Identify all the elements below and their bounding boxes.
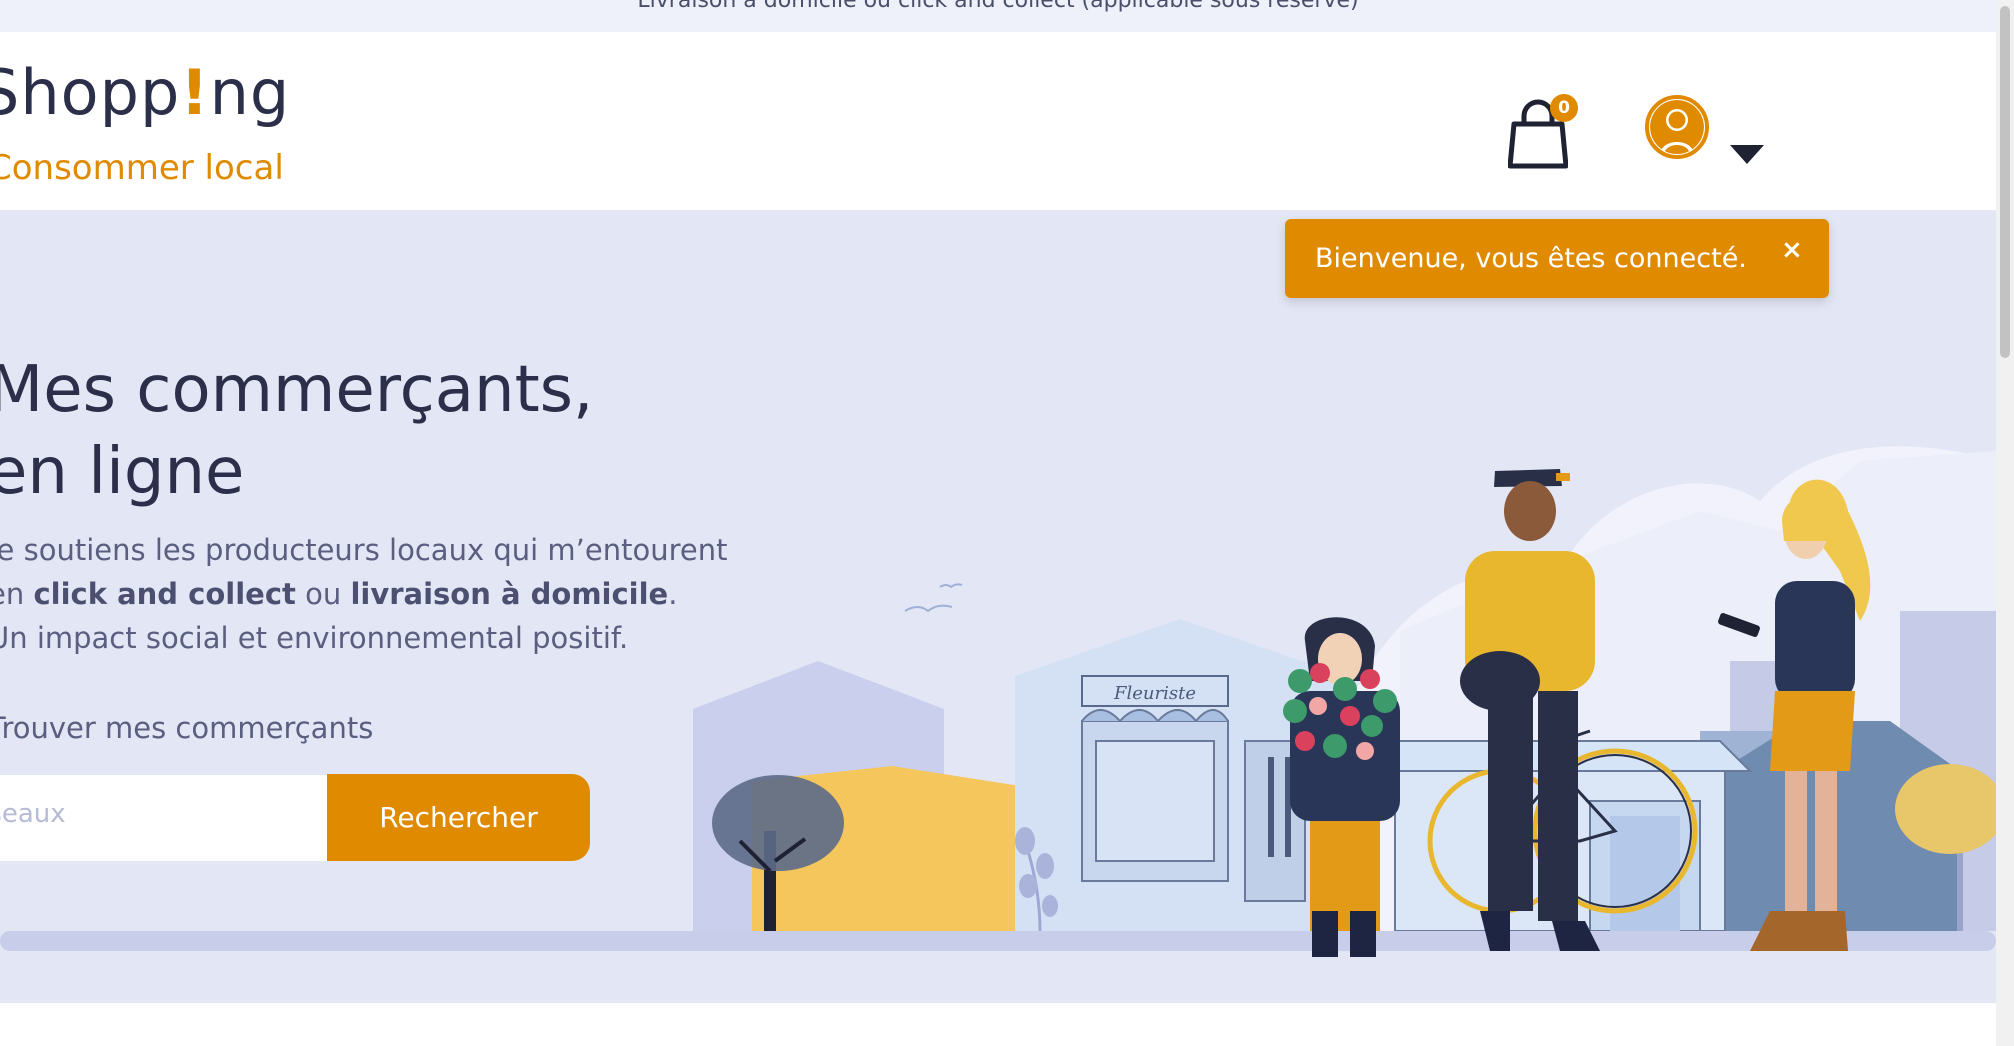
chevron-down-icon (1730, 145, 1764, 164)
cart-count-badge: 0 (1550, 94, 1578, 122)
site-header: Shopp!ng Consommer local 0 (0, 32, 1996, 211)
search-label: Trouver mes commerçants (0, 711, 374, 745)
hero-desc-line-1: Je soutiens les producteurs locaux qui m… (0, 533, 728, 567)
hero-title-line-2: en ligne (0, 435, 245, 509)
site-logo[interactable]: Shopp!ng Consommer local (0, 56, 289, 188)
page-scrollbar-thumb[interactable] (2000, 6, 2010, 358)
hero-desc-line-2: en click and collect ou livraison à domi… (0, 577, 678, 611)
hero-desc-line-3: Un impact social et environnemental posi… (0, 621, 629, 655)
announcement-text: Livraison à domicile ou click and collec… (637, 0, 1359, 13)
cart-button[interactable]: 0 (1507, 90, 1578, 170)
user-menu-toggle[interactable] (1644, 90, 1774, 170)
hero-section: Fleuriste Mes commerçants, en ligne Je s… (0, 211, 1996, 1003)
hero-title-line-1: Mes commerçants, (0, 353, 594, 427)
search-button[interactable]: Rechercher (327, 774, 590, 861)
toast-message: Bienvenue, vous êtes connecté. (1315, 243, 1747, 274)
search-input[interactable] (0, 775, 330, 861)
shop-sign-text: Fleuriste (1113, 683, 1196, 704)
hero-description: Je soutiens les producteurs locaux qui m… (0, 528, 728, 660)
logo-tagline: Consommer local (0, 148, 284, 188)
hero-title: Mes commerçants, en ligne (0, 349, 688, 513)
announcement-bar: Livraison à domicile ou click and collec… (0, 0, 1996, 32)
login-success-toast: Bienvenue, vous êtes connecté. × (1285, 219, 1829, 298)
user-avatar-icon (1645, 95, 1709, 159)
close-icon[interactable]: × (1781, 235, 1803, 265)
logo-wordmark: Shopp!ng (0, 56, 291, 129)
